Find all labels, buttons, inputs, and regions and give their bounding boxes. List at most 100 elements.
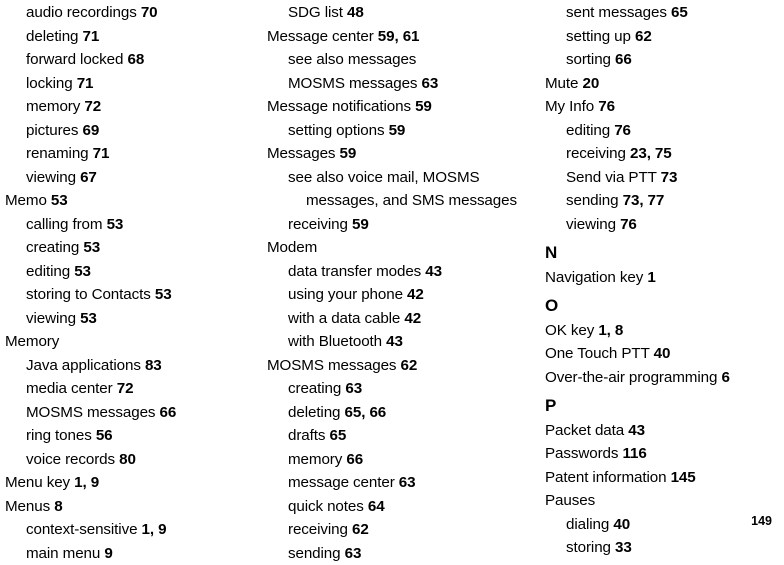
index-entry: MOSMS messages 63	[267, 72, 520, 96]
index-entry-label: media center	[26, 380, 117, 397]
index-entry: Navigation key 1	[545, 266, 784, 290]
index-entry-pages: 53	[80, 310, 97, 327]
index-entry-label: dialing	[566, 516, 613, 533]
page-number: 149	[751, 514, 772, 528]
index-entry-label: main menu	[26, 545, 104, 562]
index-entry: One Touch PTT 40	[545, 342, 784, 366]
index-entry: Passwords 116	[545, 442, 784, 466]
index-entry-label: drafts	[288, 427, 330, 444]
index-entry-pages: 71	[93, 145, 110, 162]
index-entry: viewing 76	[545, 213, 784, 237]
index-entry-pages: 66	[346, 451, 363, 468]
index-entry-pages: 66	[615, 51, 632, 68]
index-column-right: sent messages 65setting up 62sorting 66M…	[520, 1, 784, 560]
index-entry-label: pictures	[26, 122, 83, 139]
index-entry-pages: 69	[83, 122, 100, 139]
index-entry-pages: 56	[96, 427, 113, 444]
index-entry-label: with a data cable	[288, 310, 404, 327]
index-entry: creating 63	[267, 377, 520, 401]
index-entry: calling from 53	[5, 213, 262, 237]
index-entry-label: Message notifications	[267, 98, 415, 115]
index-entry-label: deleting	[26, 28, 83, 45]
index-entry-label: context-sensitive	[26, 521, 142, 538]
index-entry: main menu 9	[5, 542, 262, 565]
index-column-middle: SDG list 48Message center 59, 61see also…	[262, 1, 520, 565]
index-entry-label: receiving	[288, 521, 352, 538]
index-entry: Menu key 1, 9	[5, 471, 262, 495]
index-entry-pages: 73, 77	[623, 192, 665, 209]
index-entry-pages: 53	[83, 239, 100, 256]
index-entry-label: message center	[288, 474, 399, 491]
index-entry: Message notifications 59	[267, 95, 520, 119]
index-entry: setting options 59	[267, 119, 520, 143]
index-entry-pages: 53	[107, 216, 124, 233]
index-entry: using your phone 42	[267, 283, 520, 307]
index-entry-label: Send via PTT	[566, 169, 661, 186]
index-entry-label: see also messages	[288, 51, 416, 68]
index-entry: sorting 66	[545, 48, 784, 72]
index-entry-pages: 43	[386, 333, 403, 350]
index-entry-label: sending	[566, 192, 623, 209]
index-entry: sent messages 65	[545, 1, 784, 25]
index-entry-label: sorting	[566, 51, 615, 68]
index-entry: MOSMS messages 66	[5, 401, 262, 425]
index-entry: memory 66	[267, 448, 520, 472]
index-entry-label: Java applications	[26, 357, 145, 374]
index-entry: ring tones 56	[5, 424, 262, 448]
index-entry: receiving 62	[267, 518, 520, 542]
index-entry-pages: 145	[671, 469, 696, 486]
index-entry-label: audio recordings	[26, 4, 141, 21]
index-entry-label: Messages	[267, 145, 340, 162]
index-entry-label: quick notes	[288, 498, 368, 515]
index-entry-pages: 23, 75	[630, 145, 672, 162]
index-entry-label: see also voice mail, MOSMS messages, and…	[288, 169, 517, 210]
index-entry-label: creating	[288, 380, 345, 397]
index-entry-label: Packet data	[545, 422, 628, 439]
index-entry: Modem	[267, 236, 520, 260]
index-entry-label: locking	[26, 75, 77, 92]
index-entry-label: memory	[26, 98, 84, 115]
index-entry: Memory	[5, 330, 262, 354]
index-entry-label: setting options	[288, 122, 389, 139]
index-entry: see also messages	[267, 48, 520, 72]
index-entry-pages: 43	[425, 263, 442, 280]
index-entry-pages: 59, 61	[378, 28, 420, 45]
index-entry-pages: 1	[647, 269, 655, 286]
index-letter-heading: P	[545, 389, 784, 419]
index-entry-pages: 67	[80, 169, 97, 186]
index-entry-label: editing	[26, 263, 74, 280]
index-entry-pages: 66	[160, 404, 177, 421]
index-entry: dialing 40	[545, 513, 784, 537]
index-entry: data transfer modes 43	[267, 260, 520, 284]
index-entry-pages: 42	[404, 310, 421, 327]
index-entry-label: One Touch PTT	[545, 345, 654, 362]
index-entry: editing 53	[5, 260, 262, 284]
index-entry: My Info 76	[545, 95, 784, 119]
index-entry-pages: 73	[661, 169, 678, 186]
index-entry-pages: 68	[127, 51, 144, 68]
index-entry: Messages 59	[267, 142, 520, 166]
index-entry: message center 63	[267, 471, 520, 495]
index-entry: Memo 53	[5, 189, 262, 213]
index-entry-pages: 62	[352, 521, 369, 538]
index-entry-pages: 71	[83, 28, 100, 45]
index-entry-pages: 72	[84, 98, 101, 115]
index-entry: memory 72	[5, 95, 262, 119]
index-entry: Menus 8	[5, 495, 262, 519]
index-entry: forward locked 68	[5, 48, 262, 72]
index-entry-pages: 63	[399, 474, 416, 491]
index-entry: OK key 1, 8	[545, 319, 784, 343]
index-entry: with Bluetooth 43	[267, 330, 520, 354]
index-entry: editing 76	[545, 119, 784, 143]
index-letter-heading: N	[545, 236, 784, 266]
index-entry-label: Modem	[267, 239, 317, 256]
index-entry: setting up 62	[545, 25, 784, 49]
index-entry-pages: 62	[401, 357, 418, 374]
index-entry-pages: 76	[598, 98, 615, 115]
index-entry: storing to Contacts 53	[5, 283, 262, 307]
index-entry: viewing 67	[5, 166, 262, 190]
index-entry-pages: 65	[671, 4, 688, 21]
index-entry-pages: 48	[347, 4, 364, 21]
index-letter-heading: O	[545, 289, 784, 319]
index-entry-pages: 63	[345, 380, 362, 397]
